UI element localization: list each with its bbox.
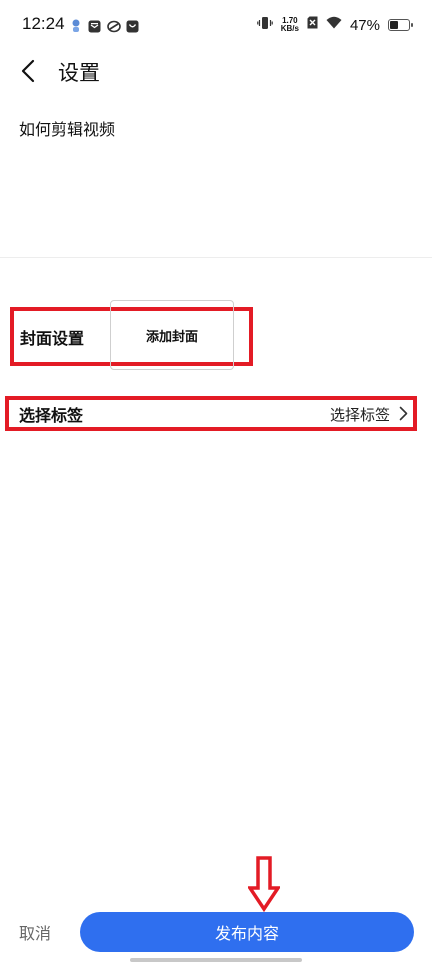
mail-icon	[88, 18, 101, 37]
net-speed: 1.70 KB/s	[281, 17, 299, 33]
no-sim-icon	[307, 16, 318, 34]
home-indicator[interactable]	[130, 958, 302, 962]
annotation-down-arrow-icon	[246, 856, 282, 916]
battery-level	[390, 21, 398, 29]
vibrate-icon	[256, 16, 273, 35]
bag-icon	[126, 18, 139, 37]
select-tag-value[interactable]: 选择标签	[330, 404, 390, 425]
back-button[interactable]	[14, 56, 42, 86]
chevron-left-icon	[21, 59, 35, 83]
top-app-bar: 设置	[0, 50, 432, 94]
publish-button[interactable]: 发布内容	[80, 912, 414, 952]
app-notification-icon	[70, 18, 82, 37]
cancel-button[interactable]: 取消	[19, 920, 51, 944]
battery-icon	[388, 19, 413, 31]
page-title: 设置	[58, 61, 100, 85]
add-cover-button[interactable]: 添加封面	[110, 300, 234, 370]
video-title: 如何剪辑视频	[19, 120, 116, 139]
battery-percent: 47%	[349, 16, 380, 34]
add-cover-label: 添加封面	[145, 329, 198, 345]
sync-icon	[107, 18, 121, 37]
cover-setting-label: 封面设置	[20, 329, 85, 348]
status-bar: 12:24 1.70 KB/s 47%	[0, 0, 432, 50]
publish-button-label: 发布内容	[214, 924, 279, 943]
net-speed-unit: KB/s	[280, 24, 299, 33]
chevron-right-icon	[399, 406, 408, 425]
status-time: 12:24	[22, 14, 65, 33]
status-right-group: 1.70 KB/s 47%	[256, 14, 413, 36]
divider	[0, 257, 432, 258]
wifi-icon	[326, 16, 342, 34]
select-tag-label: 选择标签	[19, 406, 84, 425]
